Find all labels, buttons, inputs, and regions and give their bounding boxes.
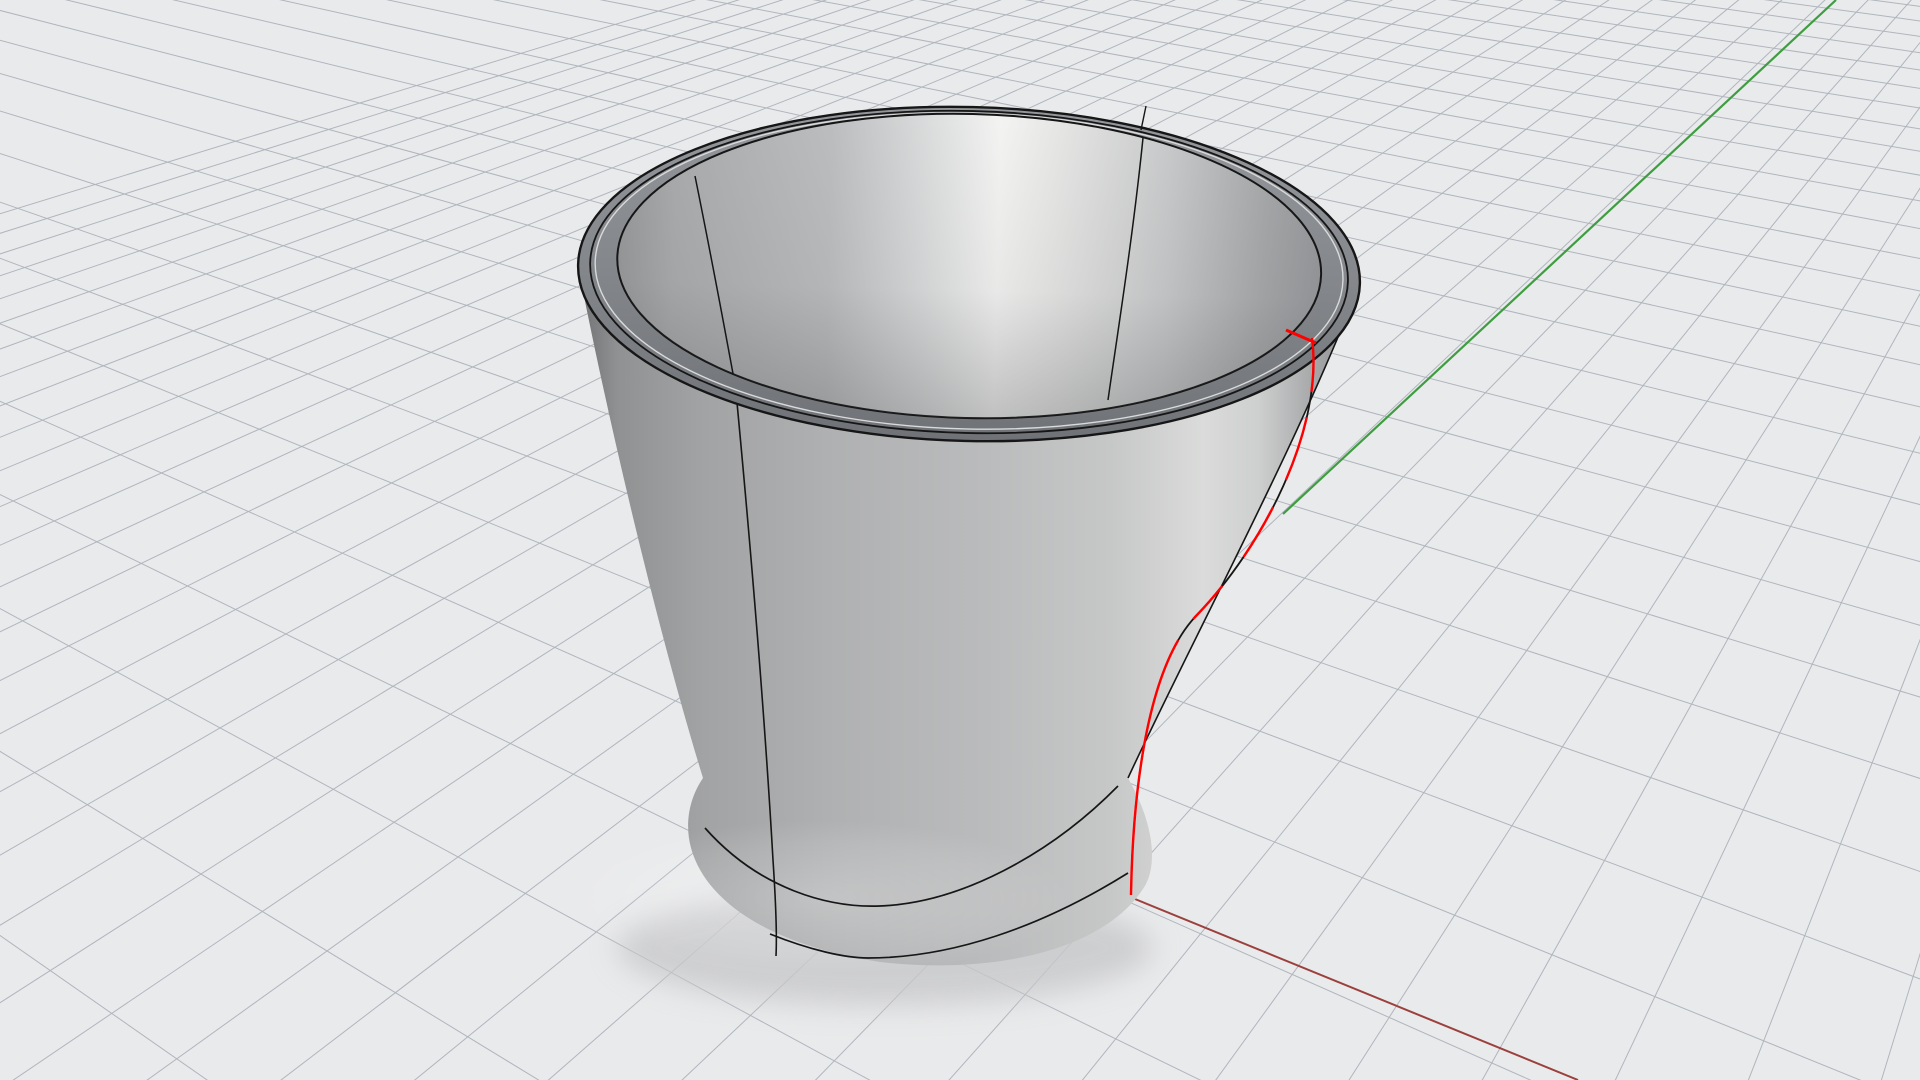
scene-svg bbox=[0, 0, 1920, 1080]
cad-app-window bbox=[0, 0, 1920, 1080]
viewport-3d[interactable] bbox=[0, 0, 1920, 1080]
foot-highlight bbox=[570, 820, 1070, 976]
